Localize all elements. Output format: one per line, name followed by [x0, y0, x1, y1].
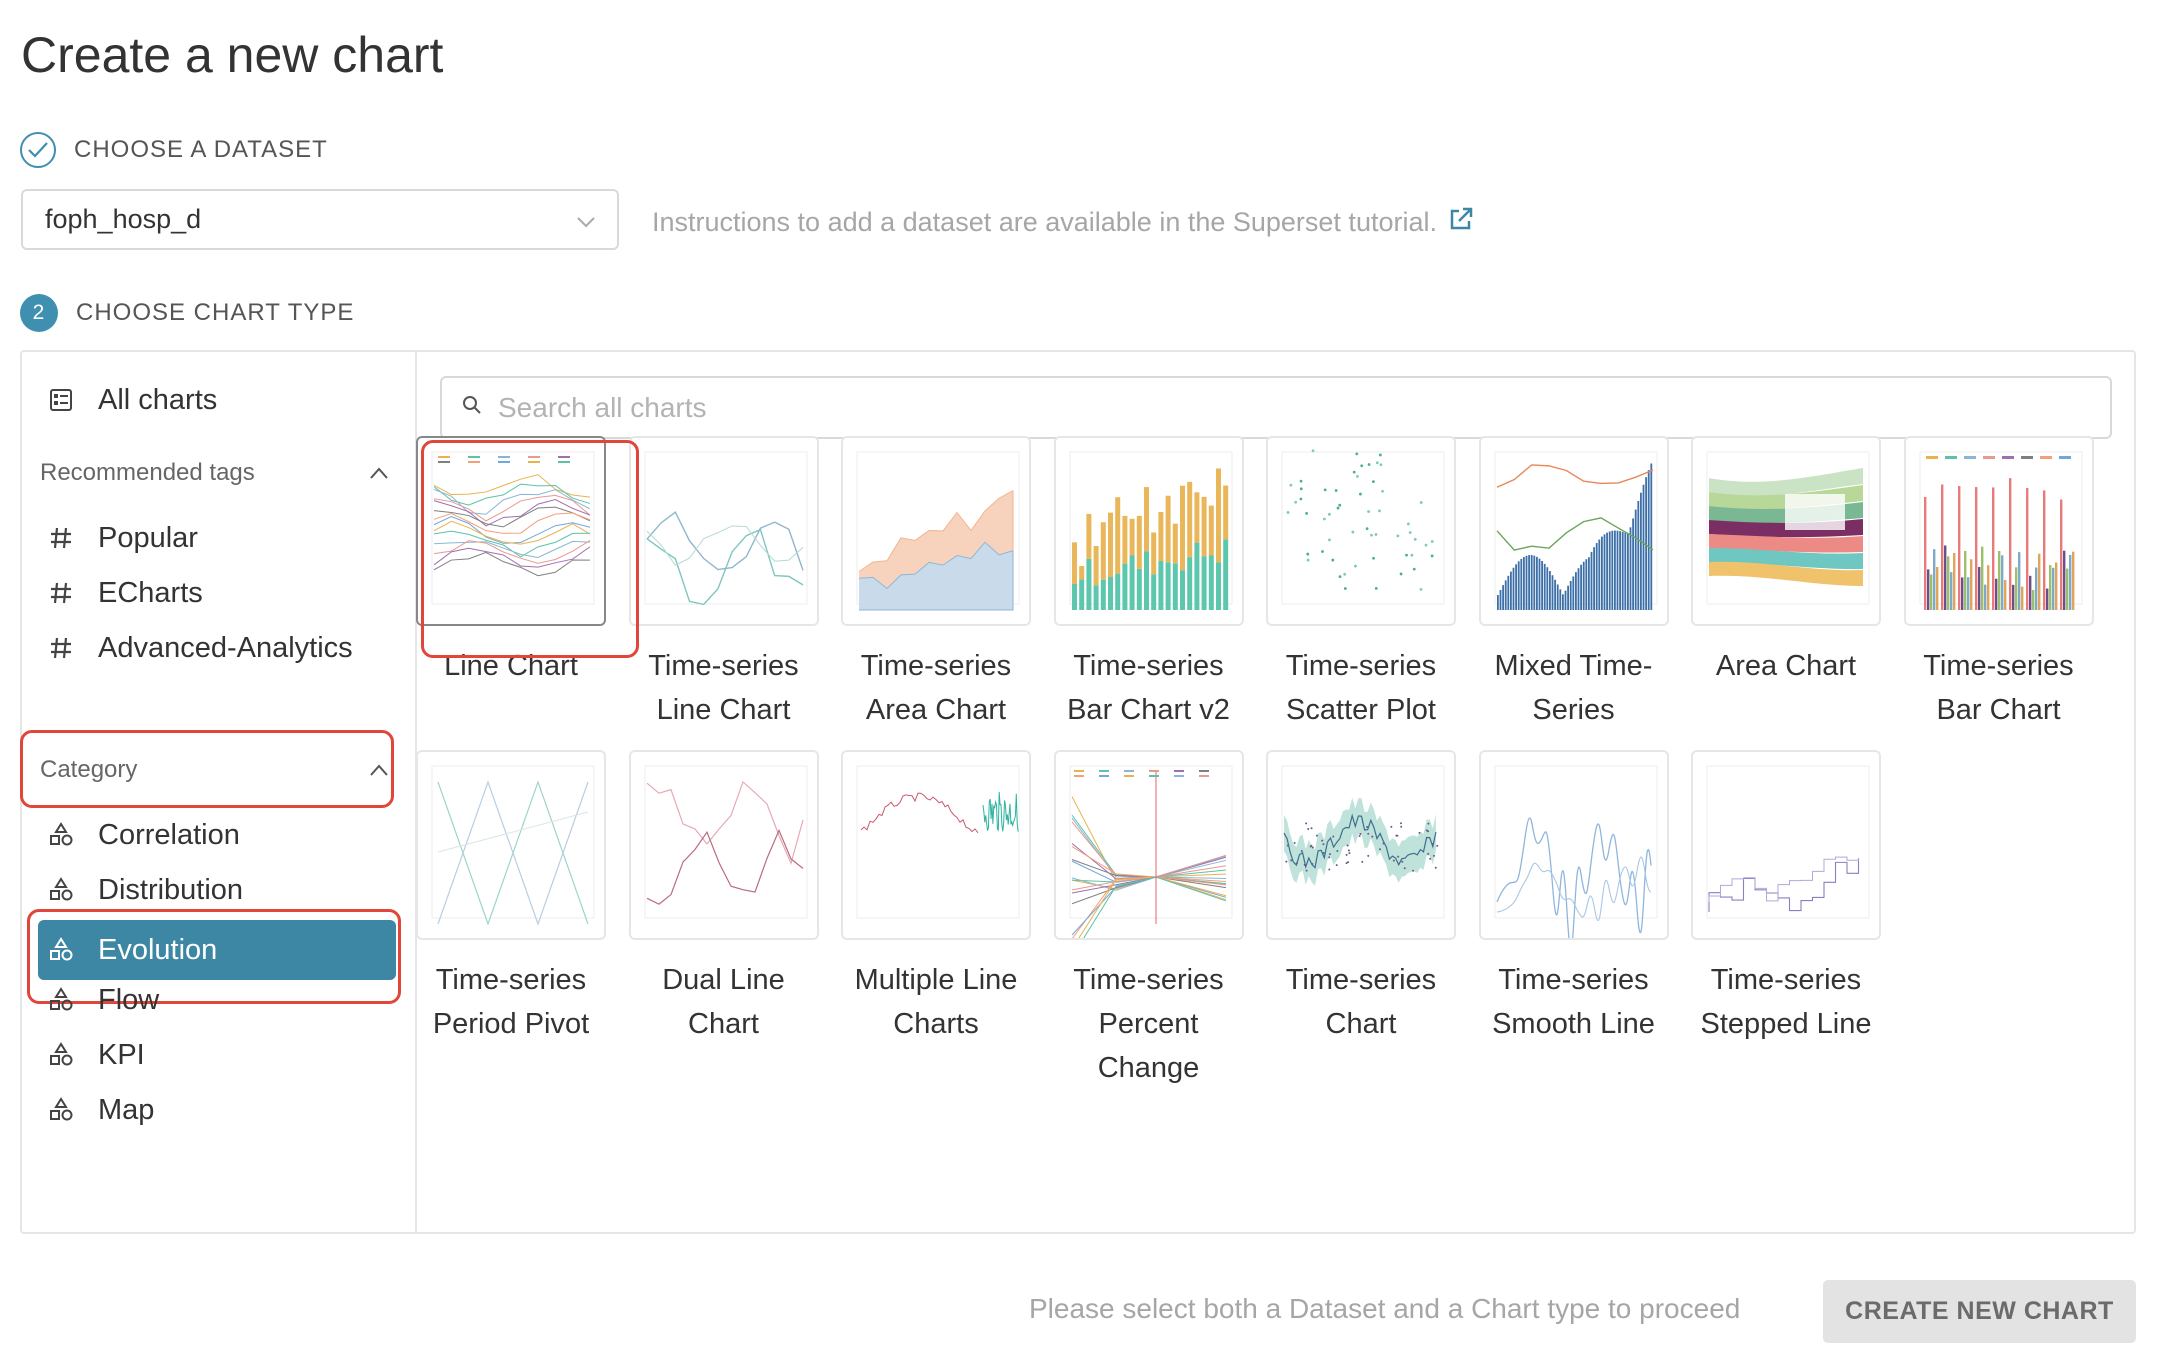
sidebar-item-popular[interactable]: Popular — [22, 508, 415, 568]
chart-search[interactable] — [440, 376, 2112, 439]
sidebar-item-label: ECharts — [98, 576, 203, 609]
chart-thumbnail — [628, 436, 819, 626]
highlight-category-header — [20, 730, 394, 808]
sidebar-item-label: Correlation — [98, 818, 240, 851]
sidebar-item-label: Distribution — [98, 873, 244, 906]
step-label: CHOOSE CHART TYPE — [76, 299, 355, 326]
chart-card-time-series-percent-change[interactable]: Time-series Percent Change — [1053, 750, 1244, 1090]
category-shapes-icon — [48, 1097, 74, 1123]
step-choose-chart-type: 2 CHOOSE CHART TYPE — [20, 294, 354, 332]
chart-card-label: Time-series Smooth Line — [1492, 964, 1655, 1040]
chart-card-time-series-bar-chart[interactable]: Time-series Bar Chart — [1903, 436, 2094, 732]
create-new-chart-button[interactable]: CREATE NEW CHART — [1823, 1280, 2136, 1343]
chart-card-multiple-line-charts[interactable]: Multiple Line Charts — [841, 750, 1031, 1046]
check-icon — [20, 132, 56, 168]
sidebar-item-label: Advanced-Analytics — [98, 631, 353, 664]
external-link-icon[interactable] — [1447, 205, 1475, 240]
chart-card-time-series-area-chart[interactable]: Time-series Area Chart — [841, 436, 1031, 732]
chart-thumbnail — [841, 436, 1031, 626]
chart-card-time-series-smooth-line[interactable]: Time-series Smooth Line — [1478, 750, 1669, 1046]
step-label: CHOOSE A DATASET — [74, 136, 328, 163]
chart-card-label: Time-series Percent Change — [1073, 964, 1224, 1084]
sidebar-item-label: KPI — [98, 1038, 145, 1071]
sidebar-item-advanced-analytics[interactable]: Advanced-Analytics — [22, 618, 415, 678]
search-icon — [462, 395, 482, 420]
category-shapes-icon — [48, 987, 74, 1013]
chart-card-label: Time-series Bar Chart v2 — [1067, 650, 1230, 726]
chart-thumbnail — [1478, 750, 1669, 940]
section-label: Recommended tags — [40, 459, 255, 486]
chart-card-time-series-stepped-line[interactable]: Time-series Stepped Line — [1691, 750, 1881, 1046]
category-shapes-icon — [48, 877, 74, 903]
chart-card-area-chart[interactable]: Area Chart — [1691, 436, 1881, 688]
chart-thumbnail — [628, 750, 819, 940]
list-icon — [48, 387, 74, 413]
sidebar-item-label: Flow — [98, 983, 160, 1016]
category-shapes-icon — [48, 822, 74, 848]
chart-thumbnail — [1691, 750, 1881, 940]
chart-card-time-series-chart[interactable]: Time-series Chart — [1266, 750, 1456, 1046]
sidebar-item-label: Map — [98, 1093, 155, 1126]
chart-card-label: Time-series Bar Chart — [1923, 650, 2074, 726]
step-number-badge: 2 — [20, 294, 58, 332]
chart-card-dual-line-chart[interactable]: Dual Line Chart — [628, 750, 819, 1046]
chart-thumbnail — [1266, 436, 1456, 626]
step-choose-dataset: CHOOSE A DATASET — [20, 132, 328, 168]
dataset-hint: Instructions to add a dataset are availa… — [652, 205, 1475, 240]
hash-icon — [48, 635, 74, 661]
chart-thumbnail — [1691, 436, 1881, 626]
sidebar-item-label: Popular — [98, 521, 198, 554]
sidebar-item-kpi[interactable]: KPI — [22, 1025, 415, 1085]
chart-thumbnail — [1053, 436, 1244, 626]
sidebar-item-label: All charts — [98, 383, 218, 416]
hash-icon — [48, 525, 74, 551]
chart-type-panel: All charts Recommended tags Popular ECha… — [20, 350, 2136, 1234]
sidebar-item-all-charts[interactable]: All charts — [22, 370, 415, 430]
chart-card-label: Time-series Chart — [1285, 964, 1437, 1040]
chart-card-label: Time-series Stepped Line — [1700, 964, 1872, 1040]
chart-card-label: Time-series Area Chart — [860, 650, 1012, 726]
sidebar-item-correlation[interactable]: Correlation — [22, 805, 415, 865]
chart-card-label: Multiple Line Charts — [854, 964, 1018, 1040]
category-shapes-icon — [48, 1042, 74, 1068]
chart-sidebar: All charts Recommended tags Popular ECha… — [20, 352, 417, 1232]
hint-text: Instructions to add a dataset are availa… — [652, 207, 1437, 237]
chart-card-time-series-bar-chart-v2[interactable]: Time-series Bar Chart v2 — [1053, 436, 1244, 732]
chart-card-time-series-line-chart[interactable]: Time-series Line Chart — [628, 436, 819, 732]
dataset-select[interactable]: foph_hosp_d — [21, 189, 619, 250]
chart-card-mixed-time-series[interactable]: Mixed Time-Series — [1478, 436, 1669, 732]
chart-card-label: Time-series Scatter Plot — [1285, 650, 1437, 726]
chart-card-label: Area Chart — [1715, 650, 1857, 682]
chart-thumbnail — [1266, 750, 1456, 940]
chart-thumbnail — [1903, 436, 2094, 626]
chart-card-label: Time-series Period Pivot — [432, 964, 590, 1040]
recommended-tags-header[interactable]: Recommended tags — [22, 453, 415, 493]
chevron-up-icon — [369, 459, 389, 487]
footer-message: Please select both a Dataset and a Chart… — [1029, 1293, 1741, 1324]
dataset-value: foph_hosp_d — [45, 204, 202, 234]
search-input[interactable] — [496, 390, 2000, 425]
chart-card-label: Time-series Line Chart — [648, 650, 799, 726]
sidebar-item-flow[interactable]: Flow — [22, 970, 415, 1030]
chart-card-time-series-scatter-plot[interactable]: Time-series Scatter Plot — [1266, 436, 1456, 732]
hash-icon — [48, 580, 74, 606]
chart-thumbnail — [1478, 436, 1669, 626]
sidebar-item-map[interactable]: Map — [22, 1080, 415, 1140]
chart-card-label: Mixed Time-Series — [1494, 650, 1653, 726]
chart-card-label: Dual Line Chart — [662, 964, 785, 1040]
chevron-down-icon — [575, 209, 597, 240]
chart-thumbnail — [841, 750, 1031, 940]
page-title: Create a new chart — [21, 27, 444, 83]
sidebar-item-echarts[interactable]: ECharts — [22, 563, 415, 623]
chart-thumbnail — [1053, 750, 1244, 940]
chart-thumbnail — [416, 750, 606, 940]
chart-card-time-series-period-pivot[interactable]: Time-series Period Pivot — [416, 750, 606, 1046]
highlight-line-chart — [421, 440, 639, 658]
